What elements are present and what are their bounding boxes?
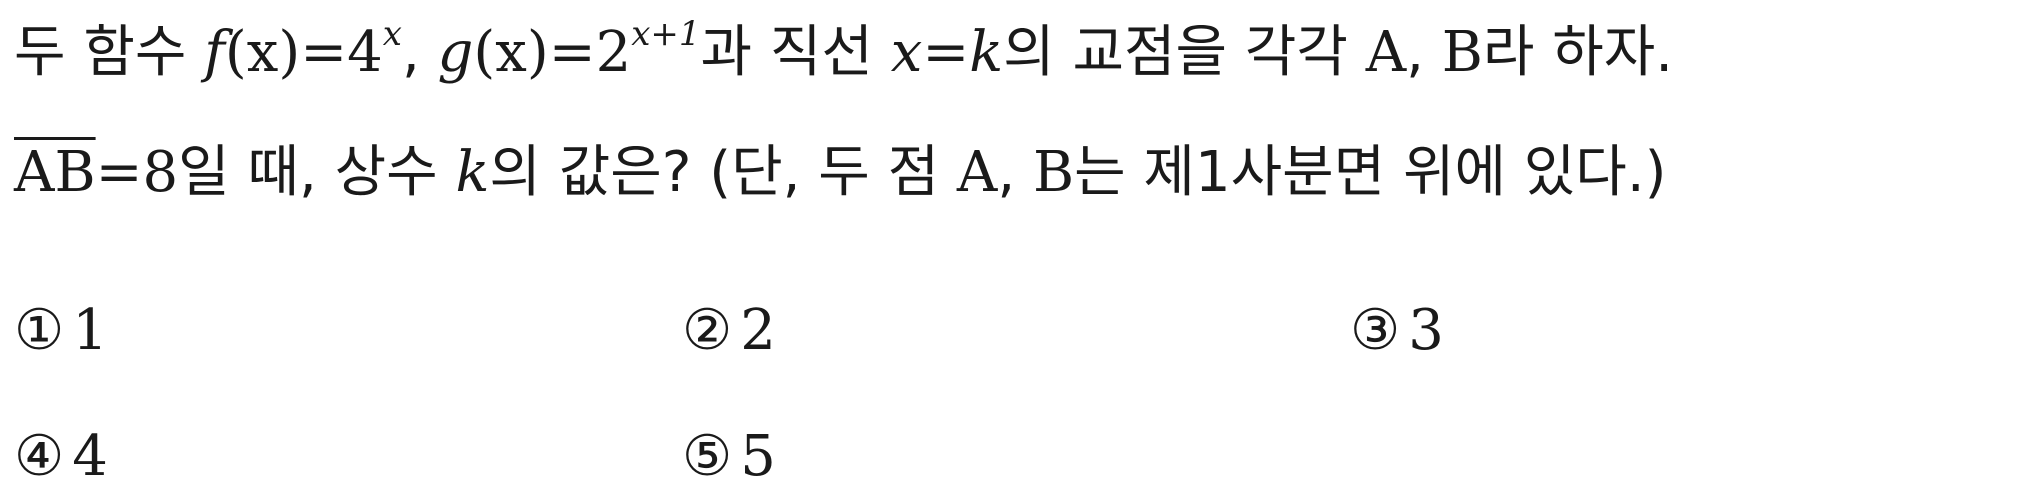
choice-value: 5: [740, 424, 776, 489]
circled-number-icon: ⑤: [682, 424, 733, 489]
choice-5[interactable]: ⑤5: [682, 422, 776, 492]
choice-value: 2: [740, 298, 776, 363]
choice-2[interactable]: ②2: [682, 296, 776, 366]
choice-value: 4: [72, 424, 108, 489]
circled-number-icon: ①: [14, 298, 65, 363]
choice-4[interactable]: ④4: [14, 422, 108, 492]
circled-number-icon: ④: [14, 424, 65, 489]
circled-number-icon: ②: [682, 298, 733, 363]
choice-value: 3: [1408, 298, 1444, 363]
choice-1[interactable]: ①1: [14, 296, 108, 366]
choice-3[interactable]: ③3: [1350, 296, 1444, 366]
circled-number-icon: ③: [1350, 298, 1401, 363]
choice-value: 1: [72, 298, 108, 363]
answer-choices: ①1 ②2 ③3 ④4 ⑤5: [14, 0, 2024, 500]
